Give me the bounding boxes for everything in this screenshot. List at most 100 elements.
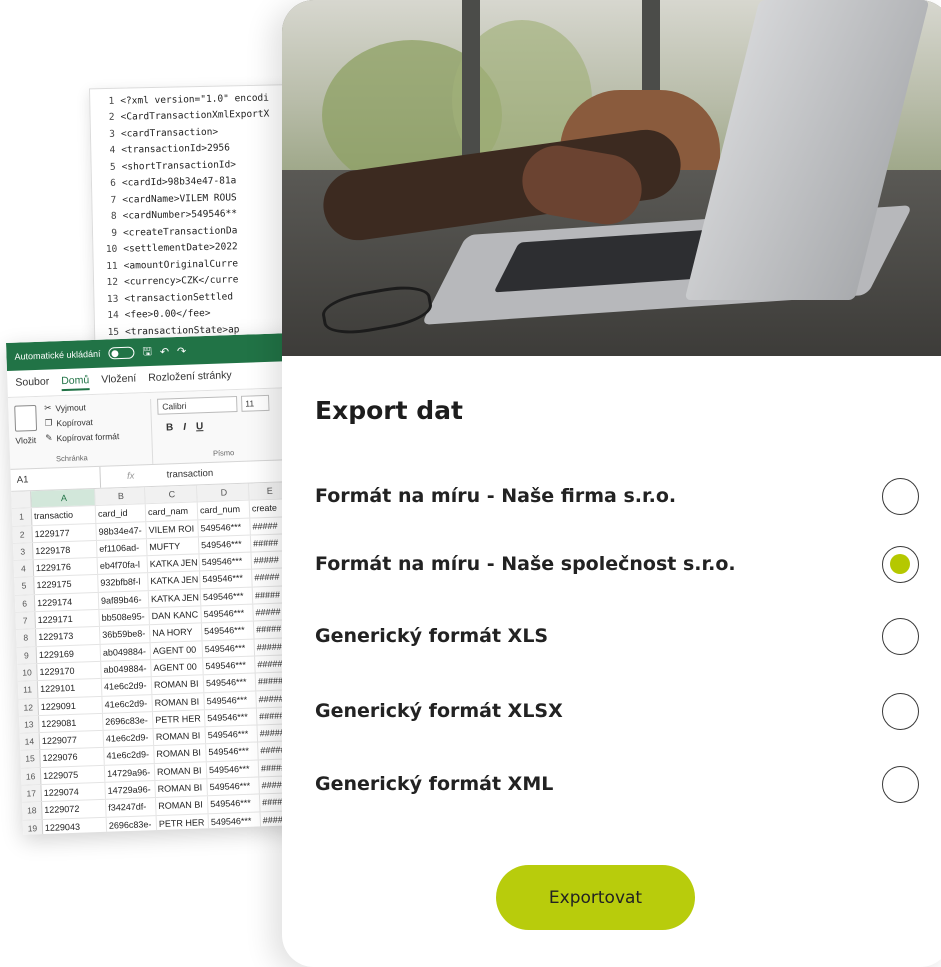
undo-icon: ↶ bbox=[159, 345, 170, 359]
formula-value: transaction bbox=[166, 467, 214, 481]
row-number: 15 bbox=[20, 750, 41, 768]
paste-label: Vložit bbox=[15, 435, 37, 446]
option-label: Formát na míru - Naše společnost s.r.o. bbox=[315, 553, 736, 575]
table-cell: 1229077 bbox=[39, 730, 105, 750]
row-number: 19 bbox=[22, 819, 44, 835]
column-header: C bbox=[145, 485, 198, 504]
table-cell: KATKA JEN bbox=[147, 554, 201, 573]
xml-line-number: 13 bbox=[106, 293, 119, 305]
table-cell: 1229101 bbox=[37, 679, 103, 698]
table-cell: 14729a96- bbox=[105, 781, 156, 800]
name-box: A1 bbox=[10, 466, 102, 491]
table-cell: 1229169 bbox=[36, 644, 102, 664]
table-cell: 549546*** bbox=[200, 587, 254, 606]
font-size-box: 11 bbox=[240, 394, 270, 412]
export-option-custom-spolecnost[interactable]: Formát na míru - Naše společnost s.r.o. bbox=[282, 534, 941, 594]
underline-icon: U bbox=[195, 421, 204, 433]
radio-button-selected[interactable] bbox=[882, 545, 919, 583]
italic-icon: I bbox=[183, 421, 187, 433]
table-cell: transactio bbox=[31, 506, 97, 525]
save-icon: 🖫 bbox=[142, 345, 153, 358]
radio-button[interactable] bbox=[882, 692, 919, 730]
row-number: 12 bbox=[18, 698, 40, 716]
xml-line-number: 10 bbox=[105, 244, 118, 256]
row-number: 4 bbox=[13, 560, 35, 578]
table-cell: 1229173 bbox=[36, 627, 101, 646]
xml-line-code: <cardTransaction> bbox=[120, 126, 219, 140]
xml-line-code: <transactionSettled bbox=[124, 291, 234, 305]
table-cell: 1229072 bbox=[42, 800, 107, 819]
row-number: 2 bbox=[12, 525, 33, 543]
row-number: 6 bbox=[14, 594, 36, 612]
option-label: Generický formát XLS bbox=[315, 625, 549, 647]
row-number: 11 bbox=[17, 681, 39, 699]
export-option-custom-firma[interactable]: Formát na míru - Naše firma s.r.o. bbox=[282, 466, 941, 526]
xml-line-code: <cardName>VILEM ROUS bbox=[122, 192, 237, 206]
brush-icon: ✎ bbox=[45, 432, 53, 443]
excel-ribbon: Vložit ✂ Vyjmout ❐ Kopírovat ✎ Kopírovat fo… bbox=[7, 387, 311, 470]
xml-line-number: 7 bbox=[110, 194, 117, 206]
table-cell: 41e6c2d9- bbox=[102, 694, 153, 713]
table-cell: 41e6c2d9- bbox=[103, 729, 155, 748]
table-cell: 1229171 bbox=[35, 609, 100, 629]
row-number: 14 bbox=[19, 733, 41, 751]
radio-button[interactable] bbox=[882, 477, 919, 515]
table-cell: 549546*** bbox=[205, 725, 259, 744]
table-cell: ROMAN BI bbox=[153, 727, 207, 746]
table-cell: 549546*** bbox=[204, 708, 258, 727]
xml-line-number: 1 bbox=[108, 95, 115, 107]
xml-line-number: 2 bbox=[108, 112, 115, 124]
font-name-box: Calibri bbox=[157, 395, 238, 415]
table-cell: ab049884- bbox=[100, 642, 152, 661]
table-cell: 549546*** bbox=[204, 691, 257, 710]
table-cell: AGENT 00 bbox=[150, 640, 204, 660]
fx-icon: fx bbox=[126, 470, 135, 482]
paste-icon bbox=[14, 404, 38, 432]
export-option-xlsx[interactable]: Generický formát XLSX bbox=[282, 681, 941, 741]
table-cell: DAN KANC bbox=[149, 606, 202, 625]
table-cell: 41e6c2d9- bbox=[101, 677, 153, 696]
export-panel: Export dat Formát na míru - Naše firma s… bbox=[282, 0, 941, 967]
spreadsheet-grid: A B C D E 1 transactio card_id card_nam card_num c… bbox=[11, 481, 323, 835]
export-option-xls[interactable]: Generický formát XLS bbox=[282, 606, 941, 666]
table-cell: f34247df- bbox=[106, 798, 157, 817]
table-cell: 1229177 bbox=[32, 523, 97, 543]
table-cell: VILEM ROI bbox=[146, 519, 199, 539]
table-cell: 549546*** bbox=[201, 604, 254, 623]
table-cell: 549546*** bbox=[198, 518, 251, 537]
table-cell: 1229081 bbox=[39, 713, 104, 733]
table-cell: ROMAN BI bbox=[154, 744, 207, 763]
xml-line-number: 11 bbox=[106, 260, 118, 272]
table-cell: 549546*** bbox=[207, 794, 261, 813]
row-number: 1 bbox=[11, 508, 33, 526]
table-cell: card_num bbox=[197, 500, 251, 519]
format-painter-label: Kopírovat formát bbox=[56, 430, 120, 443]
table-cell: 36b59be8- bbox=[99, 625, 151, 644]
table-cell: 549546*** bbox=[209, 829, 262, 835]
radio-button[interactable] bbox=[882, 617, 919, 655]
scissors-icon: ✂ bbox=[44, 402, 52, 413]
table-cell: 549546*** bbox=[202, 639, 256, 658]
table-cell: card_id bbox=[95, 504, 147, 523]
table-cell: 932bfb8f-l bbox=[98, 573, 149, 592]
table-cell: ROMAN BI bbox=[152, 692, 205, 711]
xml-line-code: <transactionId>2956 bbox=[121, 142, 231, 156]
xml-line-number: 4 bbox=[109, 145, 116, 157]
clipboard-group: Vložit ✂ Vyjmout ❐ Kopírovat ✎ Kopírovat fo… bbox=[14, 399, 146, 468]
xml-line-number: 14 bbox=[107, 310, 119, 322]
xml-line-number: 12 bbox=[106, 277, 119, 289]
table-cell: 1229091 bbox=[38, 696, 103, 715]
table-cell: 1229176 bbox=[33, 558, 99, 577]
export-option-xml[interactable]: Generický formát XML bbox=[282, 754, 941, 814]
table-cell: 1229178 bbox=[32, 540, 98, 560]
export-button[interactable]: Exportovat bbox=[496, 865, 695, 930]
table-cell: NA HORY bbox=[149, 623, 203, 642]
redo-icon: ↷ bbox=[176, 345, 187, 358]
copy-icon: ❐ bbox=[44, 417, 53, 428]
radio-button[interactable] bbox=[882, 765, 919, 803]
table-cell: 1229074 bbox=[41, 782, 106, 802]
xml-line-number: 6 bbox=[110, 178, 117, 190]
table-cell: 549546*** bbox=[206, 760, 260, 779]
xml-line-code: <CardTransactionXmlExportX bbox=[120, 108, 270, 123]
table-cell: 2696c83e- bbox=[106, 815, 158, 834]
